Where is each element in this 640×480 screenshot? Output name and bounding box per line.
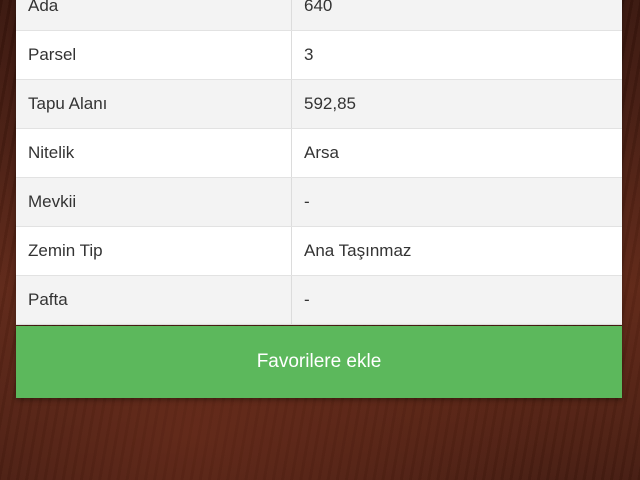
table-row: Ada 640: [16, 0, 622, 31]
row-value-nitelik: Arsa: [304, 143, 339, 162]
row-value-mevkii: -: [304, 192, 310, 211]
row-label-tapu-alani: Tapu Alanı: [16, 80, 292, 128]
row-label-parsel: Parsel: [16, 31, 292, 79]
row-label-zemin-tip: Zemin Tip: [16, 227, 292, 275]
property-details-table: Ada 640 Parsel 3 Tapu Alanı 592,85 Nitel…: [16, 0, 622, 325]
table-row: Zemin Tip Ana Taşınmaz: [16, 227, 622, 276]
row-value-ada: 640: [304, 0, 333, 15]
row-value-parsel: 3: [304, 45, 314, 64]
table-row: Tapu Alanı 592,85: [16, 80, 622, 129]
table-row: Mevkii -: [16, 178, 622, 227]
row-label-nitelik: Nitelik: [16, 129, 292, 177]
row-label-pafta: Pafta: [16, 276, 292, 324]
row-label-ada: Ada: [16, 0, 292, 30]
table-row: Parsel 3: [16, 31, 622, 80]
row-label-mevkii: Mevkii: [16, 178, 292, 226]
row-value-tapu-alani: 592,85: [304, 94, 356, 113]
add-to-favorites-button[interactable]: Favorilere ekle: [16, 326, 622, 398]
row-value-pafta: -: [304, 290, 310, 309]
row-value-zemin-tip: Ana Taşınmaz: [304, 241, 412, 260]
table-row: Nitelik Arsa: [16, 129, 622, 178]
table-row: Pafta -: [16, 276, 622, 325]
